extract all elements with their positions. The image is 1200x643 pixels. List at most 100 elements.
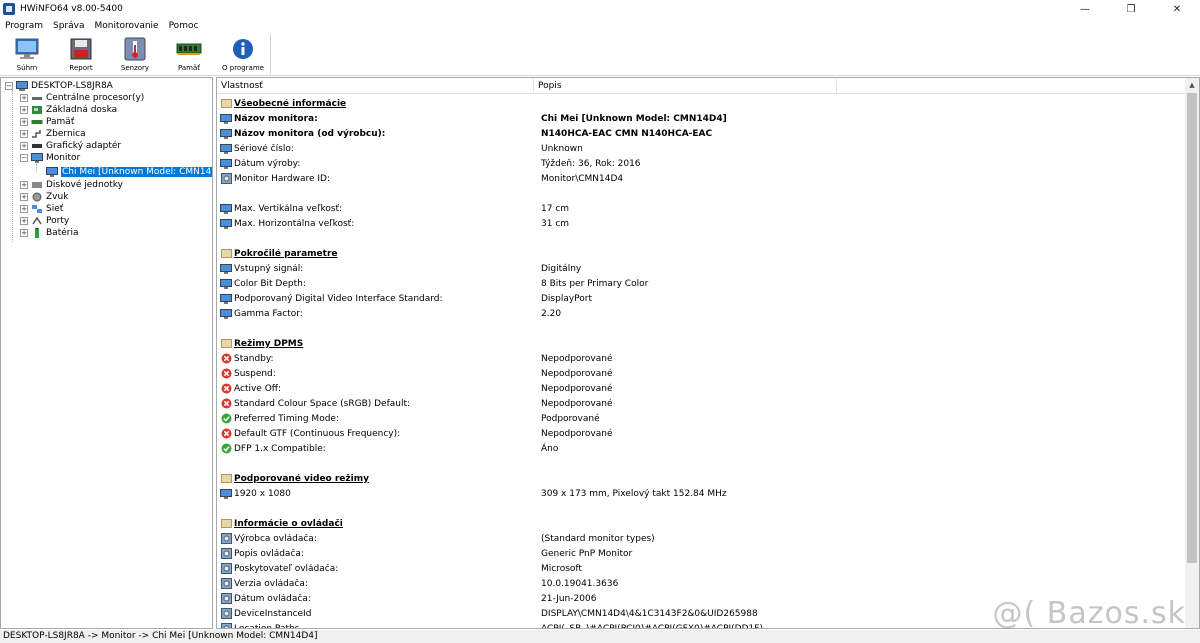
tree-root[interactable]: − DESKTOP-LS8JR8A: [5, 80, 113, 92]
section-header[interactable]: Pokročilé parametre: [217, 246, 1187, 261]
scroll-thumb[interactable]: [1187, 93, 1197, 563]
table-row[interactable]: Dátum výroby: Týždeň: 36, Rok: 2016: [217, 156, 1187, 171]
tree-item-motherboard[interactable]: + Základná doska: [20, 104, 117, 116]
table-row[interactable]: Podporovaný Digital Video Interface Štan…: [217, 291, 1187, 306]
port-icon: [31, 216, 43, 226]
scroll-up-arrow[interactable]: ▲: [1185, 78, 1199, 92]
property-value: 2.20: [541, 308, 562, 319]
vertical-scrollbar[interactable]: ▲: [1185, 78, 1199, 628]
expand-toggle[interactable]: +: [20, 193, 28, 201]
close-button[interactable]: ✕: [1154, 0, 1200, 18]
expand-toggle[interactable]: +: [20, 229, 28, 237]
tree-item-chi-mei[interactable]: Chi Mei [Unknown Model: CMN14D4]: [46, 166, 212, 178]
details-table[interactable]: Vlastnosť Popis Všeobecné informácie Názo…: [216, 77, 1200, 629]
property-name: Dátum výroby:: [234, 158, 301, 169]
tree-item-label: Zvuk: [46, 192, 69, 202]
menu-pomoc[interactable]: Pomoc: [164, 21, 204, 31]
property-value: Nepodporované: [541, 398, 613, 409]
section-header[interactable]: Režimy DPMS: [217, 336, 1187, 351]
table-row[interactable]: Max. Horizontálna veľkosť: 31 cm: [217, 216, 1187, 231]
window-controls: — ❐ ✕: [1062, 0, 1200, 18]
menu-monitorovanie[interactable]: Monitorovanie: [89, 21, 163, 31]
expand-toggle[interactable]: +: [20, 205, 28, 213]
property-value: 10.0.19041.3636: [541, 578, 619, 589]
table-row[interactable]: Standard Colour Space (sRGB) Default: Nep…: [217, 396, 1187, 411]
tree-item-ports[interactable]: + Porty: [20, 215, 69, 227]
collapse-toggle[interactable]: −: [20, 154, 28, 162]
table-row[interactable]: Gamma Factor: 2.20: [217, 306, 1187, 321]
report-button[interactable]: Report: [54, 33, 108, 75]
expand-toggle[interactable]: +: [20, 118, 28, 126]
property-name: Default GTF (Continuous Frequency):: [234, 428, 401, 439]
table-row[interactable]: Monitor Hardware ID: Monitor\CMN14D4: [217, 171, 1187, 186]
summary-label: Súhrn: [16, 64, 38, 72]
section-header[interactable]: Všeobecné informácie: [217, 96, 1187, 111]
tree-item-monitor[interactable]: − Monitor: [20, 152, 80, 164]
table-row[interactable]: Suspend: Nepodporované: [217, 366, 1187, 381]
section-header[interactable]: Informácie o ovládači: [217, 516, 1187, 531]
table-row[interactable]: Preferred Timing Mode: Podporované: [217, 411, 1187, 426]
table-row[interactable]: Vstupný signál: Digitálny: [217, 261, 1187, 276]
menu-program[interactable]: Program: [0, 21, 48, 31]
property-name: Podporovaný Digital Video Interface Štan…: [234, 293, 443, 304]
sensors-button[interactable]: Senzory: [108, 33, 162, 75]
expand-toggle[interactable]: +: [20, 181, 28, 189]
summary-button[interactable]: Súhrn: [0, 33, 54, 75]
toolbar-separator: [270, 34, 271, 74]
section-header[interactable]: Podporované video režimy: [217, 471, 1187, 486]
monitor-icon: [220, 158, 232, 169]
tree-item-gpu[interactable]: + Grafický adaptér: [20, 140, 121, 152]
expand-toggle[interactable]: +: [20, 217, 28, 225]
menu-sprava[interactable]: Správa: [48, 21, 89, 31]
watermark: @( Bazos.sk: [992, 596, 1186, 631]
tree-item-memory[interactable]: + Pamäť: [20, 116, 74, 128]
disk-icon: [31, 180, 43, 190]
table-row[interactable]: DFP 1.x Compatible: Áno: [217, 441, 1187, 456]
maximize-button[interactable]: ❐: [1108, 0, 1154, 18]
tree-item-disks[interactable]: + Diskové jednotky: [20, 179, 123, 191]
table-row[interactable]: Color Bit Depth: 8 Bits per Primary Color: [217, 276, 1187, 291]
tree-item-sound[interactable]: + Zvuk: [20, 191, 68, 203]
monitor-icon: [220, 128, 232, 139]
expand-toggle[interactable]: +: [20, 94, 28, 102]
folder-icon: [220, 473, 232, 484]
device-tree[interactable]: − DESKTOP-LS8JR8A + Centrálne procesor(y…: [0, 77, 213, 629]
table-row[interactable]: Výrobca ovládača: (Standard monitor types…: [217, 531, 1187, 546]
table-row[interactable]: Názov monitora: Chi Mei [Unknown Model: C…: [217, 111, 1187, 126]
table-row[interactable]: Poskytovateľ ovládača: Microsoft: [217, 561, 1187, 576]
table-row[interactable]: Popis ovládača: Generic PnP Monitor: [217, 546, 1187, 561]
expand-toggle[interactable]: +: [20, 130, 28, 138]
column-header-description[interactable]: Popis: [534, 78, 837, 94]
table-row[interactable]: Default GTF (Continuous Frequency): Nepod…: [217, 426, 1187, 441]
tree-item-bus[interactable]: + Zbernica: [20, 128, 86, 140]
table-row[interactable]: 1920 x 1080 309 x 173 mm, Pixelový takt 1…: [217, 486, 1187, 501]
about-button[interactable]: O programe: [216, 33, 270, 75]
column-header-property[interactable]: Vlastnosť: [217, 78, 534, 94]
table-row[interactable]: Verzia ovládača: 10.0.19041.3636: [217, 576, 1187, 591]
minimize-button[interactable]: —: [1062, 0, 1108, 18]
tree-item-label: Batéria: [46, 228, 79, 238]
property-value: 17 cm: [541, 203, 570, 214]
property-name: Preferred Timing Mode:: [234, 413, 339, 424]
property-name: Výrobca ovládača:: [234, 533, 317, 544]
tree-item-network[interactable]: + Sieť: [20, 203, 63, 215]
property-name: Režimy DPMS: [234, 338, 304, 349]
table-row[interactable]: Active Off: Nepodporované: [217, 381, 1187, 396]
table-row[interactable]: Sériové číslo: Unknown: [217, 141, 1187, 156]
table-row[interactable]: Standby: Nepodporované: [217, 351, 1187, 366]
expand-toggle[interactable]: +: [20, 142, 28, 150]
memory-button[interactable]: Pamäť: [162, 33, 216, 75]
property-name: 1920 x 1080: [234, 488, 291, 499]
table-row[interactable]: Max. Vertikálna veľkosť: 17 cm: [217, 201, 1187, 216]
monitor-icon: [220, 293, 232, 304]
tree-item-battery[interactable]: + Batéria: [20, 227, 78, 239]
property-name: Standby:: [234, 353, 274, 364]
memory-icon: [176, 36, 202, 62]
collapse-toggle[interactable]: −: [5, 82, 13, 90]
table-row[interactable]: Názov monitora (od výrobcu): N140HCA-EAC …: [217, 126, 1187, 141]
tree-item-cpu[interactable]: + Centrálne procesor(y): [20, 92, 144, 104]
monitor-icon: [220, 263, 232, 274]
expand-toggle[interactable]: +: [20, 106, 28, 114]
monitor-icon: [31, 153, 43, 163]
tree-item-label: Grafický adaptér: [46, 141, 122, 151]
